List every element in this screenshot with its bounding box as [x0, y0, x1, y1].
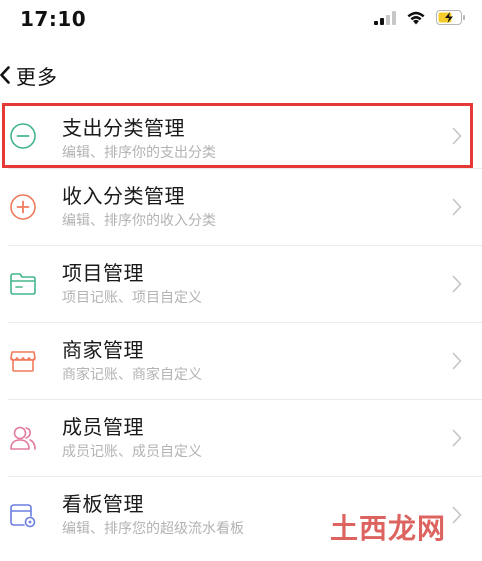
chevron-right-icon	[452, 127, 462, 144]
cellular-signal-icon	[374, 10, 396, 25]
item-desc: 商家记账、商家自定义	[62, 367, 202, 383]
page-title: 更多	[16, 64, 58, 89]
status-bar: 17:10	[0, 0, 482, 40]
chevron-right-icon	[452, 275, 462, 292]
minus-circle-icon	[8, 121, 38, 151]
list-item-income-categories[interactable]: 收入分类管理 编辑、排序你的收入分类	[0, 168, 482, 245]
chevron-right-icon	[452, 429, 462, 446]
shop-icon	[8, 346, 38, 376]
item-desc: 成员记账、成员自定义	[62, 444, 202, 460]
watermark: 土西龙网	[329, 512, 446, 545]
item-title: 收入分类管理	[62, 184, 185, 208]
list-item-members[interactable]: 成员管理 成员记账、成员自定义	[0, 399, 482, 476]
chevron-right-icon	[452, 352, 462, 369]
item-title: 项目管理	[62, 261, 144, 285]
battery-charging-icon	[436, 10, 465, 25]
item-desc: 编辑、排序你的收入分类	[62, 213, 216, 229]
chevron-left-icon[interactable]	[0, 64, 12, 86]
chevron-right-icon	[452, 506, 462, 523]
item-title: 看板管理	[62, 492, 144, 516]
chevron-right-icon	[452, 198, 462, 215]
item-desc: 编辑、排序您的超级流水看板	[62, 521, 244, 537]
item-title: 商家管理	[62, 338, 144, 362]
folder-icon	[8, 269, 38, 299]
plus-circle-icon	[8, 192, 38, 222]
status-icons	[374, 10, 466, 25]
item-title: 支出分类管理	[62, 116, 185, 140]
item-desc: 项目记账、项目自定义	[62, 290, 202, 306]
board-icon	[8, 500, 38, 530]
item-desc: 编辑、排序你的支出分类	[62, 145, 216, 161]
settings-list: 支出分类管理 编辑、排序你的支出分类 收入分类管理 编辑、排序你的收入分类 项目…	[0, 100, 482, 553]
nav-header: 更多	[0, 55, 58, 95]
list-item-merchants[interactable]: 商家管理 商家记账、商家自定义	[0, 322, 482, 399]
item-title: 成员管理	[62, 415, 144, 439]
status-time: 17:10	[20, 7, 87, 31]
members-icon	[8, 423, 38, 453]
list-item-projects[interactable]: 项目管理 项目记账、项目自定义	[0, 245, 482, 322]
list-item-expense-categories[interactable]: 支出分类管理 编辑、排序你的支出分类	[2, 103, 473, 168]
wifi-icon	[407, 11, 425, 25]
